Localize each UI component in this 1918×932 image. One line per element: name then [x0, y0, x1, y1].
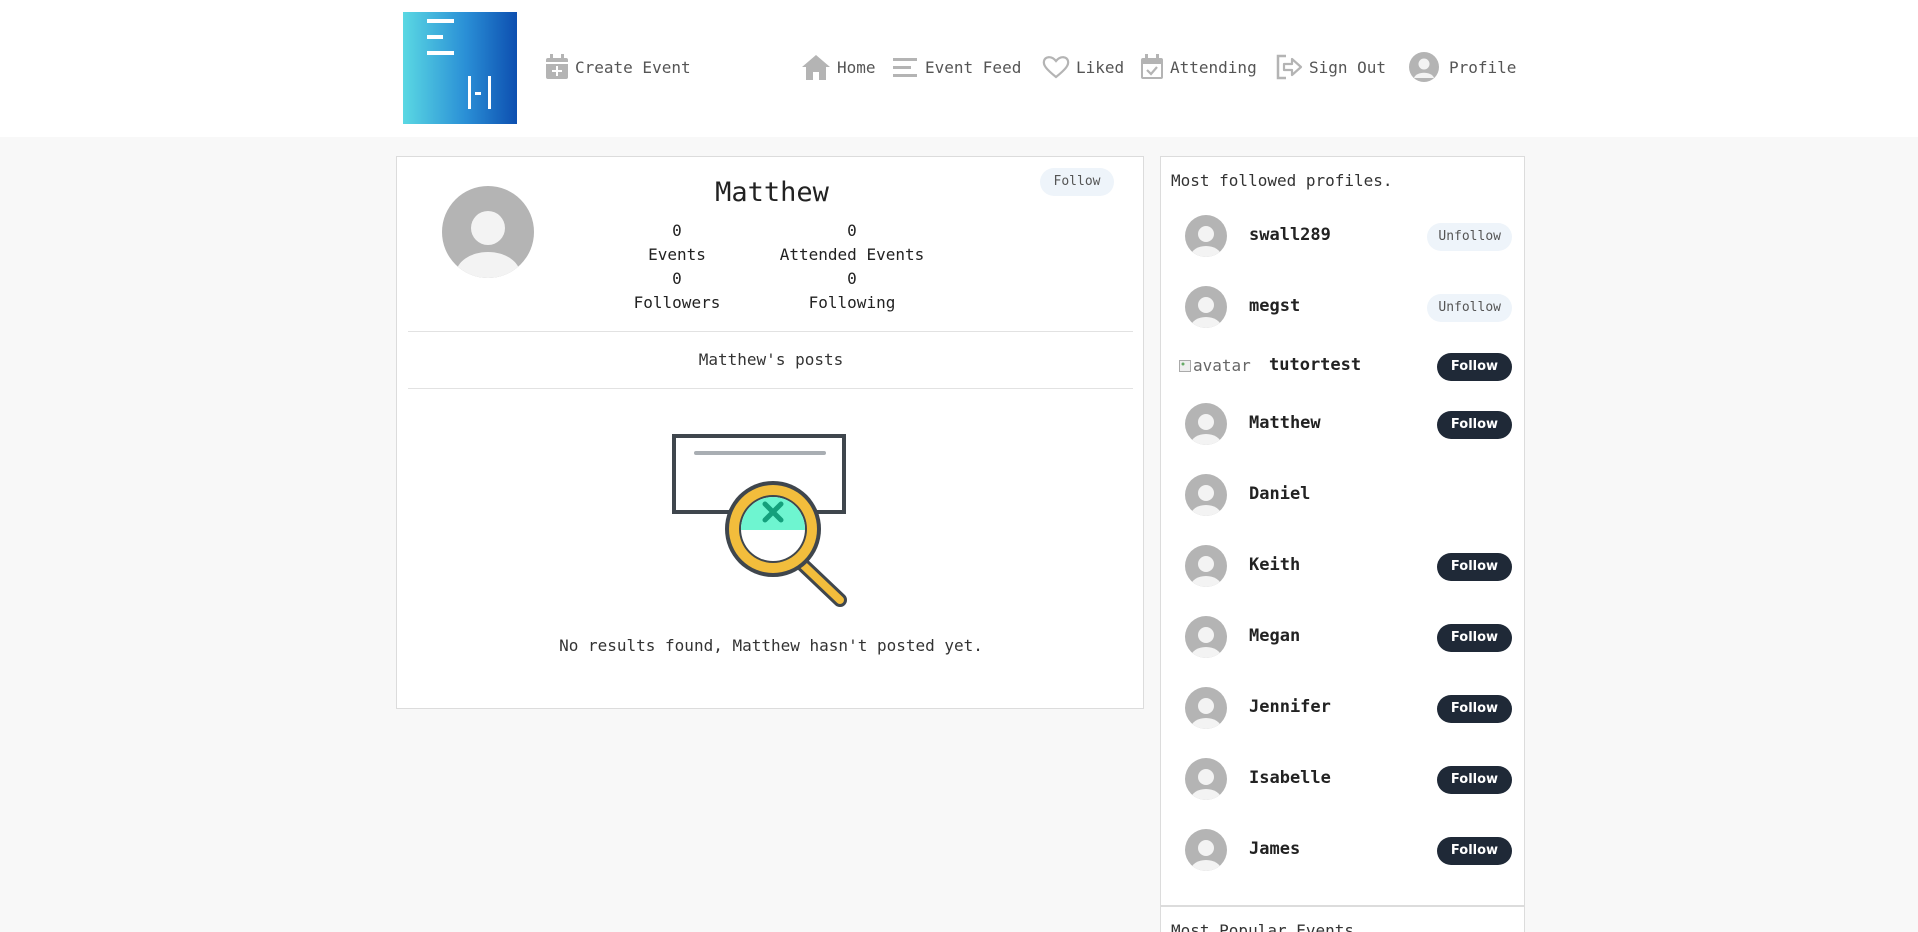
- calendar-plus-icon: [546, 54, 568, 79]
- empty-state-message: No results found, Matthew hasn't posted …: [559, 636, 983, 655]
- follow-button[interactable]: Follow: [1437, 837, 1512, 865]
- avatar: [1185, 829, 1227, 871]
- stat-followers-value: 0: [672, 269, 682, 288]
- list-item: Daniel: [1161, 468, 1524, 518]
- sign-out-icon: [1276, 54, 1303, 80]
- profile-name[interactable]: megst: [1249, 296, 1300, 316]
- stat-following-value: 0: [847, 269, 857, 288]
- avatar: [1185, 215, 1227, 257]
- home-icon: [802, 55, 830, 80]
- stat-events: 0 Events: [622, 219, 732, 267]
- profile-name[interactable]: tutortest: [1269, 355, 1361, 375]
- profile-name[interactable]: Jennifer: [1249, 697, 1331, 717]
- avatar-icon: [1409, 52, 1439, 82]
- profile-name[interactable]: Daniel: [1249, 484, 1310, 504]
- nav-create-event[interactable]: Create Event: [545, 53, 691, 81]
- nav-event-feed[interactable]: Event Feed: [893, 53, 1021, 81]
- most-followed-title: Most followed profiles.: [1171, 171, 1393, 190]
- list-item: James Follow: [1161, 823, 1524, 873]
- list-item: Megan Follow: [1161, 610, 1524, 660]
- nav-attending[interactable]: Attending: [1140, 53, 1257, 81]
- stat-attended-events-value: 0: [847, 221, 857, 240]
- follow-button[interactable]: Follow: [1437, 553, 1512, 581]
- unfollow-button[interactable]: Unfollow: [1427, 223, 1512, 251]
- avatar: [1185, 474, 1227, 516]
- stat-attended-events-label: Attended Events: [779, 245, 925, 264]
- brand-logo[interactable]: [403, 12, 517, 124]
- avatar: [1185, 758, 1227, 800]
- stat-events-value: 0: [672, 221, 682, 240]
- avatar: [1185, 687, 1227, 729]
- profile-name[interactable]: Matthew: [1249, 413, 1321, 433]
- profile-name[interactable]: Keith: [1249, 555, 1300, 575]
- feed-lines-icon: [893, 58, 917, 77]
- stat-followers: 0 Followers: [622, 267, 732, 315]
- nav-liked-label: Liked: [1076, 57, 1125, 77]
- profile-name[interactable]: swall289: [1249, 225, 1331, 245]
- list-item: swall289 Unfollow: [1161, 209, 1524, 259]
- nav-attending-label: Attending: [1170, 57, 1257, 77]
- list-item: Isabelle Follow: [1161, 752, 1524, 802]
- stat-following: 0 Following: [772, 267, 932, 315]
- avatar: [1185, 616, 1227, 658]
- divider: [408, 331, 1133, 332]
- no-results-magnifier-icon: [672, 434, 847, 607]
- stat-following-label: Following: [808, 293, 896, 312]
- nav-event-feed-label: Event Feed: [925, 57, 1022, 77]
- list-item: Jennifer Follow: [1161, 681, 1524, 731]
- stat-events-label: Events: [648, 245, 706, 264]
- profile-card: Matthew Follow 0 Events 0 Attended Event…: [396, 156, 1144, 709]
- list-item: Matthew Follow: [1161, 397, 1524, 447]
- divider: [408, 388, 1133, 389]
- follow-button[interactable]: Follow: [1437, 624, 1512, 652]
- profile-name[interactable]: Megan: [1249, 626, 1300, 646]
- list-item: megst Unfollow: [1161, 280, 1524, 330]
- nav-profile-label: Profile: [1449, 57, 1517, 77]
- posts-title: Matthew's posts: [698, 350, 844, 369]
- calendar-check-icon: [1141, 54, 1163, 79]
- avatar: [1185, 286, 1227, 328]
- most-followed-card: Most followed profiles. swall289 Unfollo…: [1160, 156, 1525, 906]
- profile-name[interactable]: James: [1249, 839, 1300, 859]
- follow-button[interactable]: Follow: [1437, 411, 1512, 439]
- most-popular-events-card: Most Popular Events: [1160, 906, 1525, 932]
- follow-button[interactable]: Follow: [1437, 353, 1512, 381]
- top-navbar: Create Event Home Event Feed Liked Atten…: [0, 0, 1918, 137]
- nav-profile[interactable]: Profile: [1409, 52, 1517, 82]
- heart-icon: [1042, 56, 1070, 79]
- avatar-alt-text: avatar: [1193, 356, 1251, 375]
- broken-image-avatar: avatar: [1179, 356, 1251, 375]
- follow-button[interactable]: Follow: [1040, 168, 1114, 196]
- nav-create-event-label: Create Event: [575, 57, 691, 77]
- list-item: Keith Follow: [1161, 539, 1524, 589]
- profile-name[interactable]: Isabelle: [1249, 768, 1331, 788]
- stat-followers-label: Followers: [633, 293, 721, 312]
- nav-sign-out-label: Sign Out: [1309, 57, 1387, 77]
- nav-home-label: Home: [837, 57, 876, 77]
- avatar: [1185, 403, 1227, 445]
- follow-button[interactable]: Follow: [1437, 695, 1512, 723]
- follow-button[interactable]: Follow: [1437, 766, 1512, 794]
- unfollow-button[interactable]: Unfollow: [1427, 294, 1512, 322]
- list-item: avatar tutortest Follow: [1161, 339, 1524, 389]
- nav-home[interactable]: Home: [801, 53, 876, 81]
- profile-name: Matthew: [715, 177, 829, 208]
- profile-avatar: [442, 186, 534, 278]
- nav-liked[interactable]: Liked: [1042, 53, 1124, 81]
- broken-image-icon: [1179, 359, 1191, 372]
- stat-attended-events: 0 Attended Events: [772, 219, 932, 267]
- most-popular-events-title: Most Popular Events: [1171, 921, 1355, 932]
- nav-sign-out[interactable]: Sign Out: [1275, 53, 1386, 81]
- avatar: [1185, 545, 1227, 587]
